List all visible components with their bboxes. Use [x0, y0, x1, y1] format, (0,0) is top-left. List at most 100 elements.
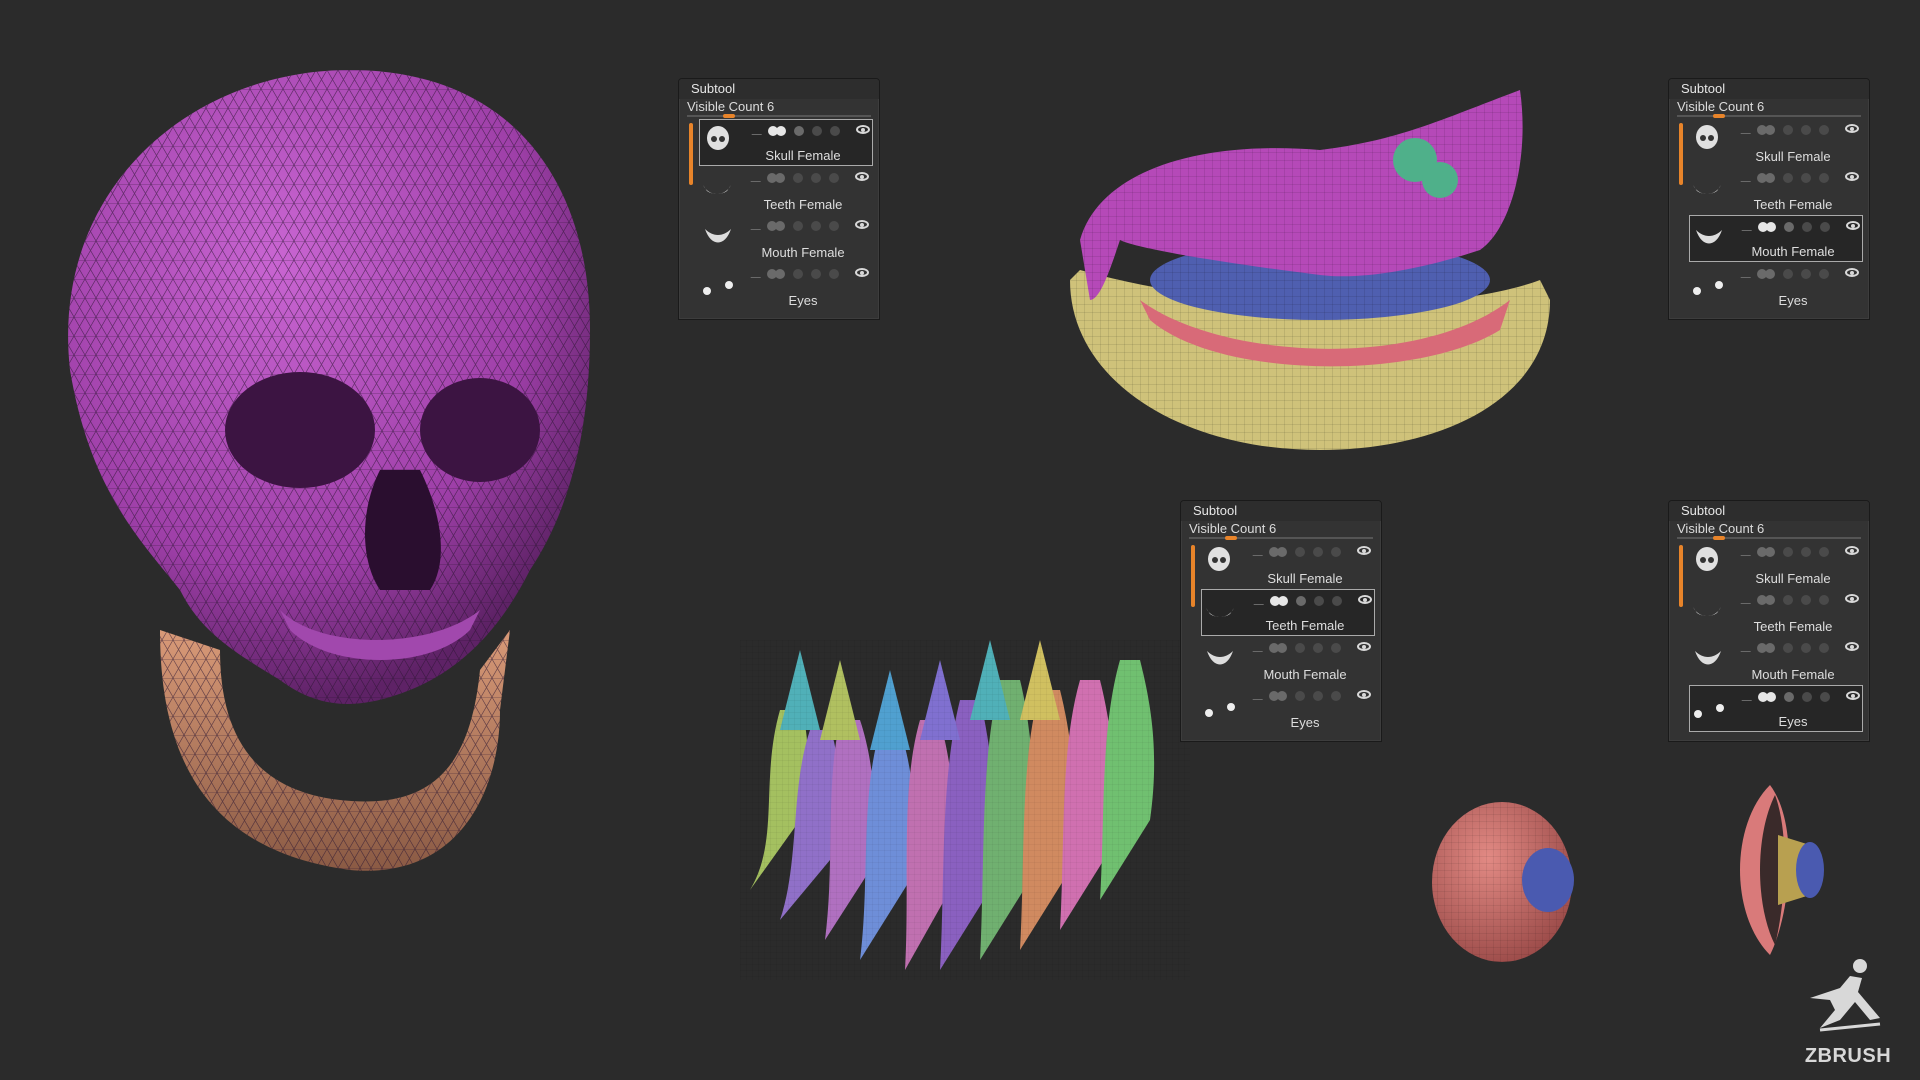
toggle-on-icon[interactable] — [1766, 692, 1776, 702]
toggle-icon[interactable] — [1819, 595, 1829, 605]
toggle-icon[interactable] — [830, 126, 840, 136]
polypaint-icon[interactable] — [750, 221, 766, 230]
polypaint-icon[interactable] — [1740, 547, 1756, 556]
toggle-icon[interactable] — [1277, 691, 1287, 701]
toggle-icon[interactable] — [1802, 222, 1812, 232]
toggle-icon[interactable] — [1765, 643, 1775, 653]
toggle-icon[interactable] — [1783, 547, 1793, 557]
toggle-icon[interactable] — [1295, 691, 1305, 701]
toggle-icon[interactable] — [1332, 596, 1342, 606]
toggle-icon[interactable] — [829, 269, 839, 279]
toggle-on-icon[interactable] — [1766, 222, 1776, 232]
toggle-icon[interactable] — [1801, 643, 1811, 653]
list-scroll-marker[interactable] — [689, 123, 693, 185]
eye-icon[interactable] — [1357, 642, 1371, 651]
visible-count-row[interactable]: Visible Count 6 — [679, 99, 879, 118]
toggle-icon[interactable] — [1801, 173, 1811, 183]
polypaint-icon[interactable] — [751, 126, 767, 135]
toggle-icon[interactable] — [1277, 643, 1287, 653]
list-scroll-marker[interactable] — [1191, 545, 1195, 607]
subtool-item-mouth[interactable]: Mouth Female — [1689, 637, 1863, 684]
toggle-icon[interactable] — [812, 126, 822, 136]
toggle-icon[interactable] — [1820, 222, 1830, 232]
toggle-icon[interactable] — [1331, 643, 1341, 653]
eye-icon[interactable] — [1845, 546, 1859, 555]
toggle-icon[interactable] — [775, 221, 785, 231]
eye-icon[interactable] — [1845, 594, 1859, 603]
toggle-icon[interactable] — [1313, 547, 1323, 557]
toggle-icon[interactable] — [829, 173, 839, 183]
visible-count-knob[interactable] — [723, 114, 735, 118]
toggle-icon[interactable] — [1819, 125, 1829, 135]
subtool-item-skull[interactable]: Skull Female — [1201, 541, 1375, 588]
eye-icon[interactable] — [1358, 595, 1372, 604]
toggle-icon[interactable] — [1783, 125, 1793, 135]
eye-icon[interactable] — [1845, 124, 1859, 133]
visible-count-slider[interactable] — [1677, 115, 1861, 117]
polypaint-icon[interactable] — [750, 173, 766, 182]
toggle-icon[interactable] — [1783, 595, 1793, 605]
toggle-icon[interactable] — [793, 269, 803, 279]
toggle-icon[interactable] — [1296, 596, 1306, 606]
visible-count-knob[interactable] — [1713, 536, 1725, 540]
toggle-icon[interactable] — [1783, 269, 1793, 279]
toggle-icon[interactable] — [793, 221, 803, 231]
visible-count-knob[interactable] — [1713, 114, 1725, 118]
polypaint-icon[interactable] — [1740, 269, 1756, 278]
toggle-icon[interactable] — [811, 269, 821, 279]
polypaint-icon[interactable] — [1741, 222, 1757, 231]
eye-icon[interactable] — [855, 172, 869, 181]
toggle-icon[interactable] — [1783, 173, 1793, 183]
toggle-on-icon[interactable] — [776, 126, 786, 136]
toggle-icon[interactable] — [829, 221, 839, 231]
subtool-item-teeth[interactable]: Teeth Female — [1689, 167, 1863, 214]
toggle-icon[interactable] — [1801, 269, 1811, 279]
toggle-icon[interactable] — [811, 221, 821, 231]
eye-icon[interactable] — [855, 220, 869, 229]
visible-count-slider[interactable] — [1677, 537, 1861, 539]
subtool-item-teeth[interactable]: Teeth Female — [1201, 589, 1375, 636]
eye-icon[interactable] — [855, 268, 869, 277]
eye-icon[interactable] — [1845, 642, 1859, 651]
polypaint-icon[interactable] — [750, 269, 766, 278]
toggle-icon[interactable] — [1783, 643, 1793, 653]
toggle-icon[interactable] — [1819, 643, 1829, 653]
toggle-icon[interactable] — [811, 173, 821, 183]
subtool-item-mouth[interactable]: Mouth Female — [1201, 637, 1375, 684]
toggle-on-icon[interactable] — [1278, 596, 1288, 606]
toggle-icon[interactable] — [1765, 547, 1775, 557]
toggle-icon[interactable] — [1765, 269, 1775, 279]
toggle-icon[interactable] — [1331, 547, 1341, 557]
toggle-icon[interactable] — [775, 269, 785, 279]
polypaint-icon[interactable] — [1252, 643, 1268, 652]
subtool-item-eyes[interactable]: Eyes — [699, 263, 873, 310]
polypaint-icon[interactable] — [1740, 125, 1756, 134]
list-scroll-marker[interactable] — [1679, 545, 1683, 607]
visible-count-slider[interactable] — [687, 115, 871, 117]
toggle-icon[interactable] — [1784, 222, 1794, 232]
eye-icon[interactable] — [1357, 690, 1371, 699]
polypaint-icon[interactable] — [1252, 691, 1268, 700]
visible-count-knob[interactable] — [1225, 536, 1237, 540]
subtool-item-eyes[interactable]: Eyes — [1689, 263, 1863, 310]
toggle-icon[interactable] — [1819, 547, 1829, 557]
toggle-icon[interactable] — [794, 126, 804, 136]
toggle-icon[interactable] — [1819, 269, 1829, 279]
eye-icon[interactable] — [1846, 691, 1860, 700]
visible-count-row[interactable]: Visible Count 6 — [1669, 99, 1869, 118]
polypaint-icon[interactable] — [1253, 596, 1269, 605]
subtool-item-skull[interactable]: Skull Female — [699, 119, 873, 166]
subtool-item-mouth[interactable]: Mouth Female — [699, 215, 873, 262]
polypaint-icon[interactable] — [1741, 692, 1757, 701]
eye-icon[interactable] — [1845, 172, 1859, 181]
toggle-icon[interactable] — [1765, 595, 1775, 605]
toggle-icon[interactable] — [793, 173, 803, 183]
polypaint-icon[interactable] — [1740, 643, 1756, 652]
toggle-icon[interactable] — [1801, 125, 1811, 135]
toggle-icon[interactable] — [1801, 595, 1811, 605]
toggle-icon[interactable] — [1819, 173, 1829, 183]
polypaint-icon[interactable] — [1740, 595, 1756, 604]
toggle-icon[interactable] — [1295, 547, 1305, 557]
visible-count-row[interactable]: Visible Count 6 — [1181, 521, 1381, 540]
subtool-item-eyes[interactable]: Eyes — [1689, 685, 1863, 732]
